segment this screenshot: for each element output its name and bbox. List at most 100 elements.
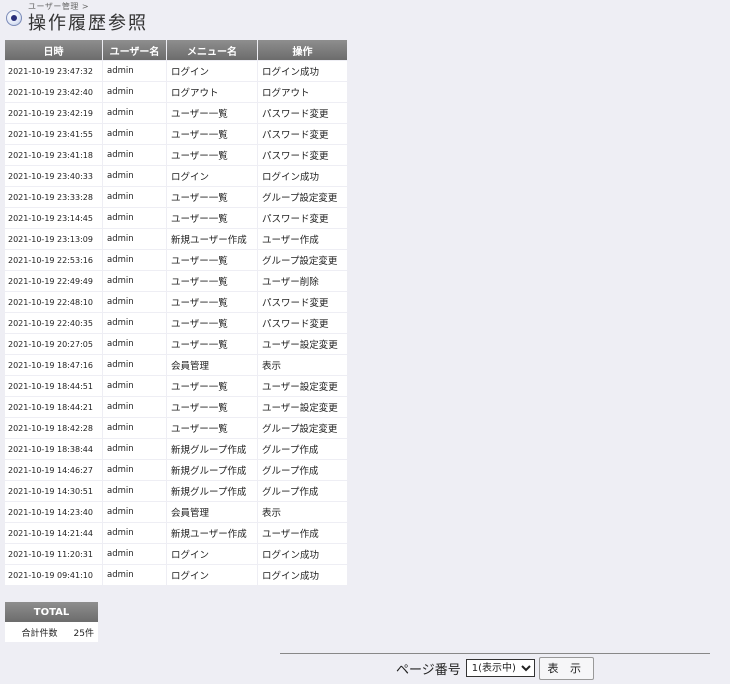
cell-menu: ユーザー一覧 <box>167 124 258 145</box>
cell-operation: グループ作成 <box>258 439 348 460</box>
cell-operation: ユーザー作成 <box>258 229 348 250</box>
cell-operation: グループ設定変更 <box>258 418 348 439</box>
cell-menu: ユーザー一覧 <box>167 376 258 397</box>
cell-menu: 新規ユーザー作成 <box>167 523 258 544</box>
table-row: 2021-10-19 14:46:27 admin 新規グループ作成 グループ作成 <box>5 460 348 481</box>
cell-menu: ユーザー一覧 <box>167 397 258 418</box>
cell-operation: パスワード変更 <box>258 292 348 313</box>
cell-menu: ユーザー一覧 <box>167 145 258 166</box>
cell-menu: ユーザー一覧 <box>167 208 258 229</box>
title-bullet-icon <box>6 10 22 26</box>
cell-username: admin <box>103 166 167 187</box>
table-row: 2021-10-19 23:14:45 admin ユーザー一覧 パスワード変更 <box>5 208 348 229</box>
cell-username: admin <box>103 250 167 271</box>
cell-operation: パスワード変更 <box>258 208 348 229</box>
operation-history-table: 日時 ユーザー名 メニュー名 操作 2021-10-19 23:47:32 adm… <box>5 40 348 586</box>
cell-operation: グループ作成 <box>258 460 348 481</box>
table-row: 2021-10-19 18:44:21 admin ユーザー一覧 ユーザー設定変更 <box>5 397 348 418</box>
cell-datetime: 2021-10-19 22:40:35 <box>5 313 103 334</box>
table-row: 2021-10-19 23:41:55 admin ユーザー一覧 パスワード変更 <box>5 124 348 145</box>
cell-menu: 新規ユーザー作成 <box>167 229 258 250</box>
cell-datetime: 2021-10-19 23:42:19 <box>5 103 103 124</box>
cell-datetime: 2021-10-19 22:49:49 <box>5 271 103 292</box>
cell-operation: 表示 <box>258 502 348 523</box>
cell-username: admin <box>103 229 167 250</box>
table-row: 2021-10-19 11:20:31 admin ログイン ログイン成功 <box>5 544 348 565</box>
cell-datetime: 2021-10-19 09:41:10 <box>5 565 103 586</box>
cell-username: admin <box>103 103 167 124</box>
cell-datetime: 2021-10-19 23:41:55 <box>5 124 103 145</box>
cell-menu: ユーザー一覧 <box>167 292 258 313</box>
cell-username: admin <box>103 292 167 313</box>
cell-operation: 表示 <box>258 355 348 376</box>
show-button[interactable]: 表 示 <box>538 656 594 680</box>
cell-datetime: 2021-10-19 18:44:21 <box>5 397 103 418</box>
cell-datetime: 2021-10-19 14:46:27 <box>5 460 103 481</box>
table-header-row: 日時 ユーザー名 メニュー名 操作 <box>5 40 348 61</box>
cell-datetime: 2021-10-19 23:13:09 <box>5 229 103 250</box>
cell-menu: ログイン <box>167 565 258 586</box>
cell-datetime: 2021-10-19 22:53:16 <box>5 250 103 271</box>
cell-menu: 会員管理 <box>167 502 258 523</box>
total-row: 合計件数 25件 <box>5 622 98 642</box>
cell-username: admin <box>103 481 167 502</box>
cell-username: admin <box>103 187 167 208</box>
cell-datetime: 2021-10-19 14:21:44 <box>5 523 103 544</box>
cell-username: admin <box>103 82 167 103</box>
table-row: 2021-10-19 18:44:51 admin ユーザー一覧 ユーザー設定変更 <box>5 376 348 397</box>
cell-datetime: 2021-10-19 11:20:31 <box>5 544 103 565</box>
cell-operation: グループ設定変更 <box>258 187 348 208</box>
cell-datetime: 2021-10-19 23:33:28 <box>5 187 103 208</box>
table-row: 2021-10-19 22:53:16 admin ユーザー一覧 グループ設定変更 <box>5 250 348 271</box>
cell-datetime: 2021-10-19 18:42:28 <box>5 418 103 439</box>
cell-username: admin <box>103 544 167 565</box>
cell-operation: ユーザー設定変更 <box>258 397 348 418</box>
cell-menu: 新規グループ作成 <box>167 439 258 460</box>
total-count-label: 合計件数 <box>21 628 58 639</box>
cell-username: admin <box>103 271 167 292</box>
cell-username: admin <box>103 418 167 439</box>
cell-username: admin <box>103 208 167 229</box>
total-count-value: 25件 <box>73 628 94 639</box>
table-row: 2021-10-19 14:30:51 admin 新規グループ作成 グループ作成 <box>5 481 348 502</box>
cell-operation: ログイン成功 <box>258 61 348 82</box>
cell-menu: ユーザー一覧 <box>167 418 258 439</box>
cell-menu: ユーザー一覧 <box>167 250 258 271</box>
cell-operation: パスワード変更 <box>258 103 348 124</box>
page-number-select[interactable]: 1(表示中) <box>465 659 535 677</box>
table-row: 2021-10-19 18:38:44 admin 新規グループ作成 グループ作成 <box>5 439 348 460</box>
total-header: TOTAL <box>5 602 98 622</box>
page-header: ユーザー管理 > 操作履歴参照 <box>6 0 306 34</box>
table-row: 2021-10-19 23:42:40 admin ログアウト ログアウト <box>5 82 348 103</box>
cell-datetime: 2021-10-19 18:47:16 <box>5 355 103 376</box>
table-row: 2021-10-19 18:42:28 admin ユーザー一覧 グループ設定変更 <box>5 418 348 439</box>
table-row: 2021-10-19 14:23:40 admin 会員管理 表示 <box>5 502 348 523</box>
cell-datetime: 2021-10-19 14:30:51 <box>5 481 103 502</box>
pager: ページ番号 1(表示中) 表 示 <box>396 656 594 680</box>
cell-operation: ユーザー削除 <box>258 271 348 292</box>
column-header-menu: メニュー名 <box>167 40 258 61</box>
cell-menu: ログイン <box>167 166 258 187</box>
cell-operation: ログアウト <box>258 82 348 103</box>
cell-datetime: 2021-10-19 23:14:45 <box>5 208 103 229</box>
page-number-label: ページ番号 <box>396 662 461 678</box>
cell-operation: ログイン成功 <box>258 544 348 565</box>
cell-menu: ユーザー一覧 <box>167 103 258 124</box>
cell-username: admin <box>103 145 167 166</box>
table-row: 2021-10-19 09:41:10 admin ログイン ログイン成功 <box>5 565 348 586</box>
cell-menu: ログアウト <box>167 82 258 103</box>
column-header-username: ユーザー名 <box>103 40 167 61</box>
cell-datetime: 2021-10-19 23:41:18 <box>5 145 103 166</box>
cell-username: admin <box>103 355 167 376</box>
table-body: 2021-10-19 23:47:32 admin ログイン ログイン成功 2021-1… <box>5 61 348 586</box>
cell-username: admin <box>103 523 167 544</box>
cell-datetime: 2021-10-19 18:38:44 <box>5 439 103 460</box>
table-row: 2021-10-19 23:40:33 admin ログイン ログイン成功 <box>5 166 348 187</box>
cell-username: admin <box>103 124 167 145</box>
cell-operation: ログイン成功 <box>258 166 348 187</box>
table-row: 2021-10-19 20:27:05 admin ユーザー一覧 ユーザー設定変更 <box>5 334 348 355</box>
table-row: 2021-10-19 18:47:16 admin 会員管理 表示 <box>5 355 348 376</box>
cell-username: admin <box>103 313 167 334</box>
table-row: 2021-10-19 22:49:49 admin ユーザー一覧 ユーザー削除 <box>5 271 348 292</box>
table-row: 2021-10-19 23:47:32 admin ログイン ログイン成功 <box>5 61 348 82</box>
